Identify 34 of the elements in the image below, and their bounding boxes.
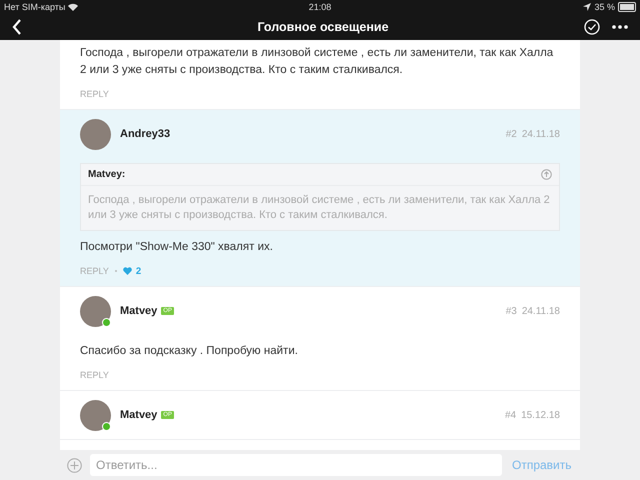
post-date: 24.11.18	[522, 306, 560, 316]
battery-text: 35 %	[594, 2, 615, 12]
carrier-text: Нет SIM-карты	[4, 2, 66, 12]
back-icon[interactable]	[12, 18, 22, 34]
avatar-icon	[80, 400, 111, 430]
post-number: #2	[506, 128, 517, 140]
post-text: Посмотри "Show-Me 330" хвалят их.	[80, 240, 274, 255]
quote-author: Matvey:	[88, 169, 126, 180]
checkmark-circle-icon[interactable]	[584, 18, 600, 34]
separator-dot	[114, 270, 117, 272]
reply-link[interactable]: REPLY	[80, 89, 109, 99]
clock-text: 21:08	[308, 2, 332, 12]
quote-text: Господа , выгорели отражатели в линзовой системе , есть ли заменители, так как Халла 2 или 3 уже сняты с производства. Кто с таким сталкивался.	[87, 193, 551, 223]
wifi-icon	[68, 2, 78, 10]
post-date: 15.12.18	[521, 410, 560, 420]
avatar-icon	[80, 296, 111, 326]
battery-icon	[618, 2, 636, 12]
avatar-icon	[80, 118, 111, 150]
page-title: Головное освещение	[256, 20, 390, 34]
send-button[interactable]: Отправить	[510, 458, 574, 472]
author-name[interactable]: Matvey	[120, 409, 158, 421]
post-text: Господа , выгорели отражатели в линзовой системе , есть ли заменители, так как Халла 2 или 3 уже сняты с производства. Кто с таким сталкивался.	[80, 46, 554, 78]
post-date: 24.11.18	[522, 128, 560, 140]
like-count: 2	[136, 266, 142, 276]
reply-link[interactable]: REPLY	[80, 370, 109, 380]
post-number: #3	[506, 306, 517, 316]
author-name[interactable]: Andrey33	[120, 128, 170, 140]
reply-link[interactable]: REPLY	[80, 266, 109, 276]
post-number: #4	[504, 410, 516, 420]
more-icon[interactable]	[612, 24, 628, 28]
location-icon	[583, 2, 592, 10]
reply-field[interactable]: Ответить...	[90, 454, 502, 476]
post-text: Спасибо за подсказку . Попробую найти.	[80, 344, 299, 359]
author-name[interactable]: Matvey	[120, 305, 158, 317]
